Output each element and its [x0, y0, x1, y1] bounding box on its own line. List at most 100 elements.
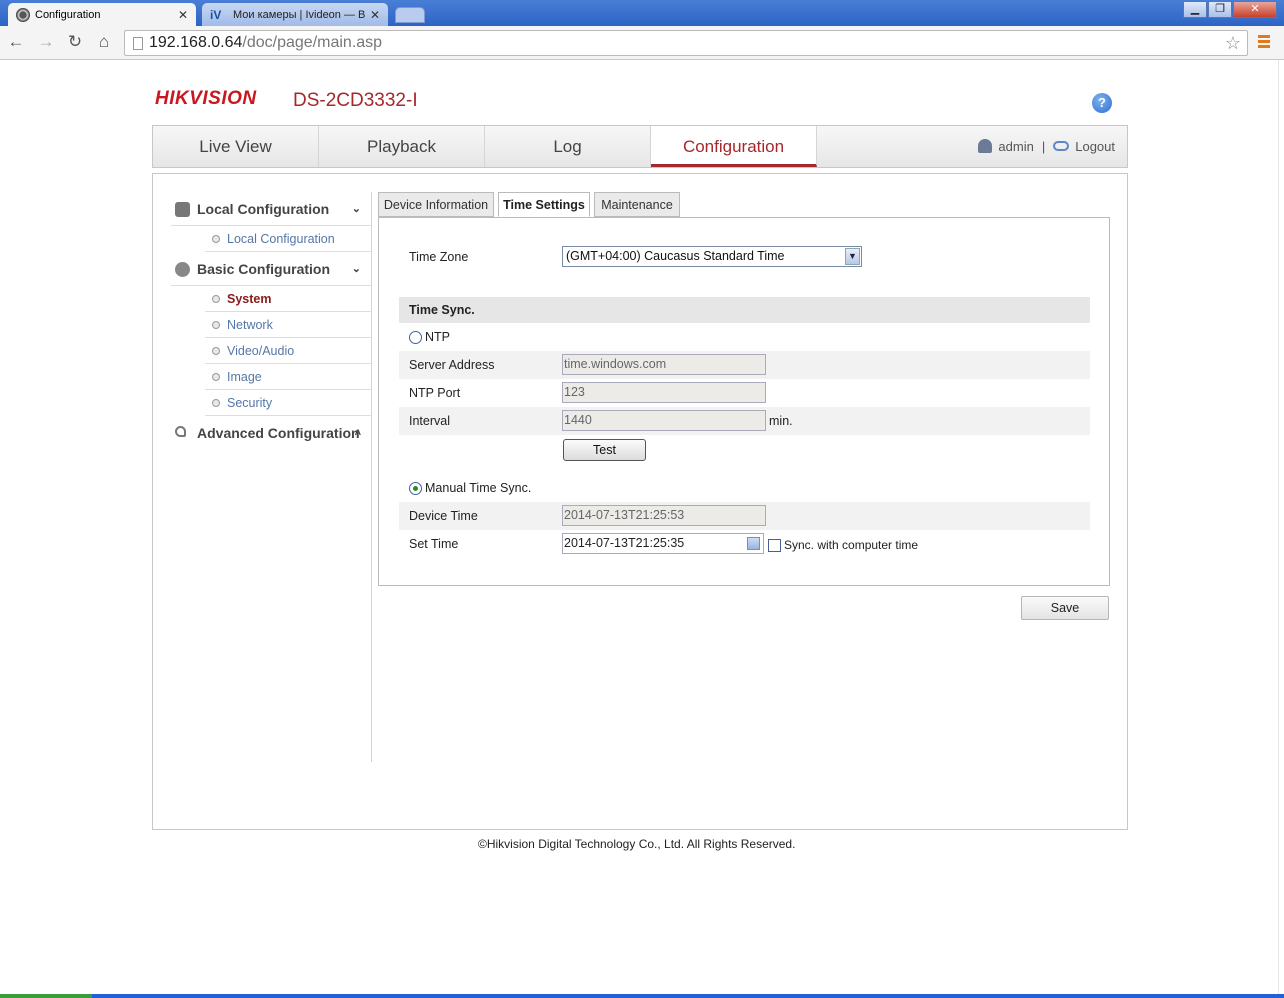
- device-time-field: 2014-07-13T21:25:53: [562, 505, 766, 526]
- server-address-label: Server Address: [409, 358, 495, 372]
- chevron-down-icon[interactable]: ⌄: [352, 192, 361, 226]
- close-tab-icon[interactable]: ✕: [370, 8, 380, 22]
- interval-input[interactable]: 1440: [562, 410, 766, 431]
- nav-log[interactable]: Log: [485, 126, 651, 167]
- bullet-icon: [212, 399, 220, 407]
- address-bar[interactable]: 192.168.0.64/doc/page/main.asp ☆: [124, 30, 1248, 56]
- sync-computer-label: Sync. with computer time: [784, 538, 919, 552]
- chevron-up-icon[interactable]: ˄: [355, 416, 361, 450]
- sidebar-group-basic-configuration[interactable]: Basic Configuration ⌄: [171, 252, 371, 286]
- calendar-icon[interactable]: [747, 537, 760, 550]
- chevron-down-icon[interactable]: ▼: [845, 248, 860, 265]
- save-button[interactable]: Save: [1021, 596, 1109, 620]
- new-tab-button[interactable]: [395, 7, 425, 23]
- sidebar-item-label: Local Configuration: [227, 232, 335, 246]
- sidebar-group-advanced-configuration[interactable]: Advanced Configuration ˄: [171, 416, 371, 450]
- sidebar-item-label: Video/Audio: [227, 344, 295, 358]
- close-tab-icon[interactable]: ✕: [178, 8, 188, 22]
- sidebar-item-label: System: [227, 292, 272, 306]
- set-time-label: Set Time: [409, 537, 459, 551]
- bullet-icon: [212, 321, 220, 329]
- nav-live-view[interactable]: Live View: [153, 126, 319, 167]
- back-arrow-icon[interactable]: ←: [6, 32, 26, 52]
- chevron-down-icon[interactable]: ⌄: [352, 252, 361, 286]
- bullet-icon: [212, 373, 220, 381]
- reload-icon[interactable]: ↻: [65, 32, 85, 52]
- manual-time-sync-radio[interactable]: [409, 482, 422, 495]
- scrollbar[interactable]: [1278, 60, 1284, 996]
- browser-tab-configuration[interactable]: Configuration ✕: [8, 3, 196, 26]
- sidebar: Local Configuration ⌄ Local Configuratio…: [171, 192, 371, 450]
- sidebar-item-label: Network: [227, 318, 273, 332]
- sidebar-item-video-audio[interactable]: Video/Audio: [205, 338, 371, 364]
- start-button[interactable]: [0, 994, 92, 998]
- sidebar-group-label: Advanced Configuration: [197, 425, 360, 441]
- home-icon[interactable]: ⌂: [94, 32, 114, 52]
- help-icon[interactable]: ?: [1092, 93, 1112, 113]
- copyright-text: ©Hikvision Digital Technology Co., Ltd. …: [478, 837, 796, 851]
- user-box: admin | Logout: [978, 126, 1115, 167]
- browser-tab-ivideon[interactable]: iV Мои камеры | Ivideon — Ви ✕: [202, 3, 388, 26]
- nav-playback[interactable]: Playback: [319, 126, 485, 167]
- url-path: /doc/page/main.asp: [242, 34, 383, 51]
- sidebar-item-image[interactable]: Image: [205, 364, 371, 390]
- time-settings-panel: Time Zone (GMT+04:00) Caucasus Standard …: [378, 217, 1110, 586]
- bullet-icon: [212, 295, 220, 303]
- server-address-input[interactable]: time.windows.com: [562, 354, 766, 375]
- sidebar-divider: [371, 192, 372, 762]
- forward-arrow-icon[interactable]: →: [36, 32, 56, 52]
- sidebar-item-system[interactable]: System: [205, 286, 371, 312]
- url-host: 192.168.0.64: [149, 34, 243, 51]
- sidebar-item-label: Security: [227, 396, 273, 410]
- ivideon-favicon-icon: iV: [210, 7, 222, 22]
- ntp-port-input[interactable]: 123: [562, 382, 766, 403]
- wrench-icon: [175, 426, 186, 437]
- user-icon: [978, 139, 993, 153]
- browser-menu-icon[interactable]: [1258, 35, 1270, 50]
- tab-device-information[interactable]: Device Information: [378, 192, 494, 217]
- gear-icon: [175, 262, 190, 277]
- tab-time-settings[interactable]: Time Settings: [498, 192, 590, 217]
- sidebar-item-network[interactable]: Network: [205, 312, 371, 338]
- username: admin: [998, 139, 1034, 154]
- nav-configuration[interactable]: Configuration: [651, 126, 817, 167]
- content-area: Local Configuration ⌄ Local Configuratio…: [152, 173, 1128, 830]
- ntp-port-label: NTP Port: [409, 386, 461, 400]
- close-window-button[interactable]: ✕: [1233, 1, 1277, 18]
- manual-time-sync-label: Manual Time Sync.: [425, 481, 532, 495]
- sidebar-item-local-configuration[interactable]: Local Configuration: [205, 226, 371, 252]
- logout-link[interactable]: Logout: [1075, 139, 1115, 154]
- sidebar-group-local-configuration[interactable]: Local Configuration ⌄: [171, 192, 371, 226]
- tab-title: Configuration: [35, 8, 101, 21]
- device-time-label: Device Time: [409, 509, 478, 523]
- tab-title: Мои камеры | Ivideon — Ви: [233, 8, 366, 21]
- sidebar-item-security[interactable]: Security: [205, 390, 371, 416]
- os-taskbar: [0, 994, 1284, 998]
- tab-maintenance[interactable]: Maintenance: [594, 192, 680, 217]
- minimize-button[interactable]: ▁: [1183, 1, 1207, 18]
- time-zone-select[interactable]: (GMT+04:00) Caucasus Standard Time ▼: [562, 246, 862, 267]
- sidebar-item-label: Image: [227, 370, 262, 384]
- bullet-icon: [212, 347, 220, 355]
- page-icon: [133, 36, 143, 50]
- set-time-input[interactable]: 2014-07-13T21:25:35: [562, 533, 764, 554]
- interval-label: Interval: [409, 414, 450, 428]
- interval-unit: min.: [769, 414, 793, 428]
- time-zone-label: Time Zone: [409, 250, 469, 264]
- sync-computer-checkbox[interactable]: [768, 539, 781, 552]
- browser-toolbar: ← → ↻ ⌂ 192.168.0.64/doc/page/main.asp ☆: [0, 26, 1284, 60]
- test-button[interactable]: Test: [563, 439, 646, 461]
- camera-favicon-icon: [16, 7, 30, 22]
- user-separator: |: [1041, 139, 1046, 154]
- ntp-label: NTP: [425, 330, 450, 344]
- bullet-icon: [212, 235, 220, 243]
- bookmark-star-icon[interactable]: ☆: [1225, 33, 1241, 54]
- browser-titlebar: Configuration ✕ iV Мои камеры | Ivideon …: [0, 0, 1284, 26]
- device-model: DS-2CD3332-I: [293, 90, 418, 111]
- restore-button[interactable]: ❐: [1208, 1, 1232, 18]
- monitor-icon: [175, 202, 190, 217]
- sidebar-group-label: Basic Configuration: [197, 261, 331, 277]
- set-time-value: 2014-07-13T21:25:35: [564, 536, 685, 550]
- logout-icon[interactable]: [1053, 141, 1070, 151]
- ntp-radio[interactable]: [409, 331, 422, 344]
